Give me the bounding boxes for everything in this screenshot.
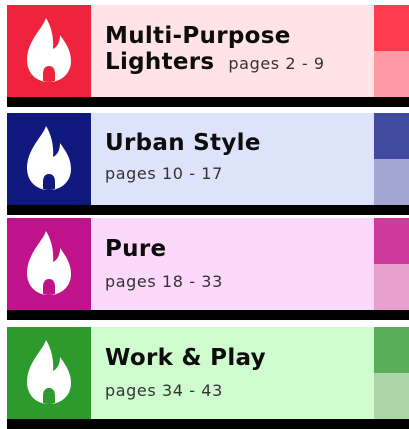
color-swatch-pale [374,51,409,97]
section-body: Pure pages 18 - 33 [91,218,374,310]
section-title: Pure [105,236,167,262]
section-title: Multi-Purpose Lighters pages 2 - 9 [105,23,325,75]
section-title: Work & Play [105,345,266,371]
color-swatch-pale [374,159,409,205]
color-swatch-pale [374,264,409,310]
section-card-multi-purpose[interactable]: Multi-Purpose Lighters pages 2 - 9 [7,5,409,107]
flame-icon [27,231,71,295]
section-icon-block [7,5,91,97]
section-divider [7,310,409,320]
flame-icon [27,126,71,190]
section-card-urban-style[interactable]: Urban Style pages 10 - 17 [7,113,409,215]
section-divider [7,205,409,215]
color-swatch-light [374,113,409,159]
color-swatch-light [374,218,409,264]
section-pages: pages 18 - 33 [105,272,223,291]
section-title: Urban Style [105,130,261,156]
section-body: Multi-Purpose Lighters pages 2 - 9 [91,5,374,97]
flame-icon [27,340,71,404]
section-icon-block [7,113,91,205]
section-body: Urban Style pages 10 - 17 [91,113,374,205]
section-divider [7,97,409,107]
section-body: Work & Play pages 34 - 43 [91,327,374,419]
section-pages: pages 2 - 9 [228,54,325,73]
section-icon-block [7,218,91,310]
color-swatch-light [374,5,409,51]
section-pages: pages 34 - 43 [105,381,223,400]
flame-icon [27,18,71,82]
section-card-work-and-play[interactable]: Work & Play pages 34 - 43 [7,327,409,429]
section-pages: pages 10 - 17 [105,164,223,183]
color-swatch-light [374,327,409,373]
color-swatch-pale [374,373,409,419]
section-divider [7,419,409,429]
section-icon-block [7,327,91,419]
section-title-line2: Lighters [105,49,215,75]
section-card-pure[interactable]: Pure pages 18 - 33 [7,218,409,320]
